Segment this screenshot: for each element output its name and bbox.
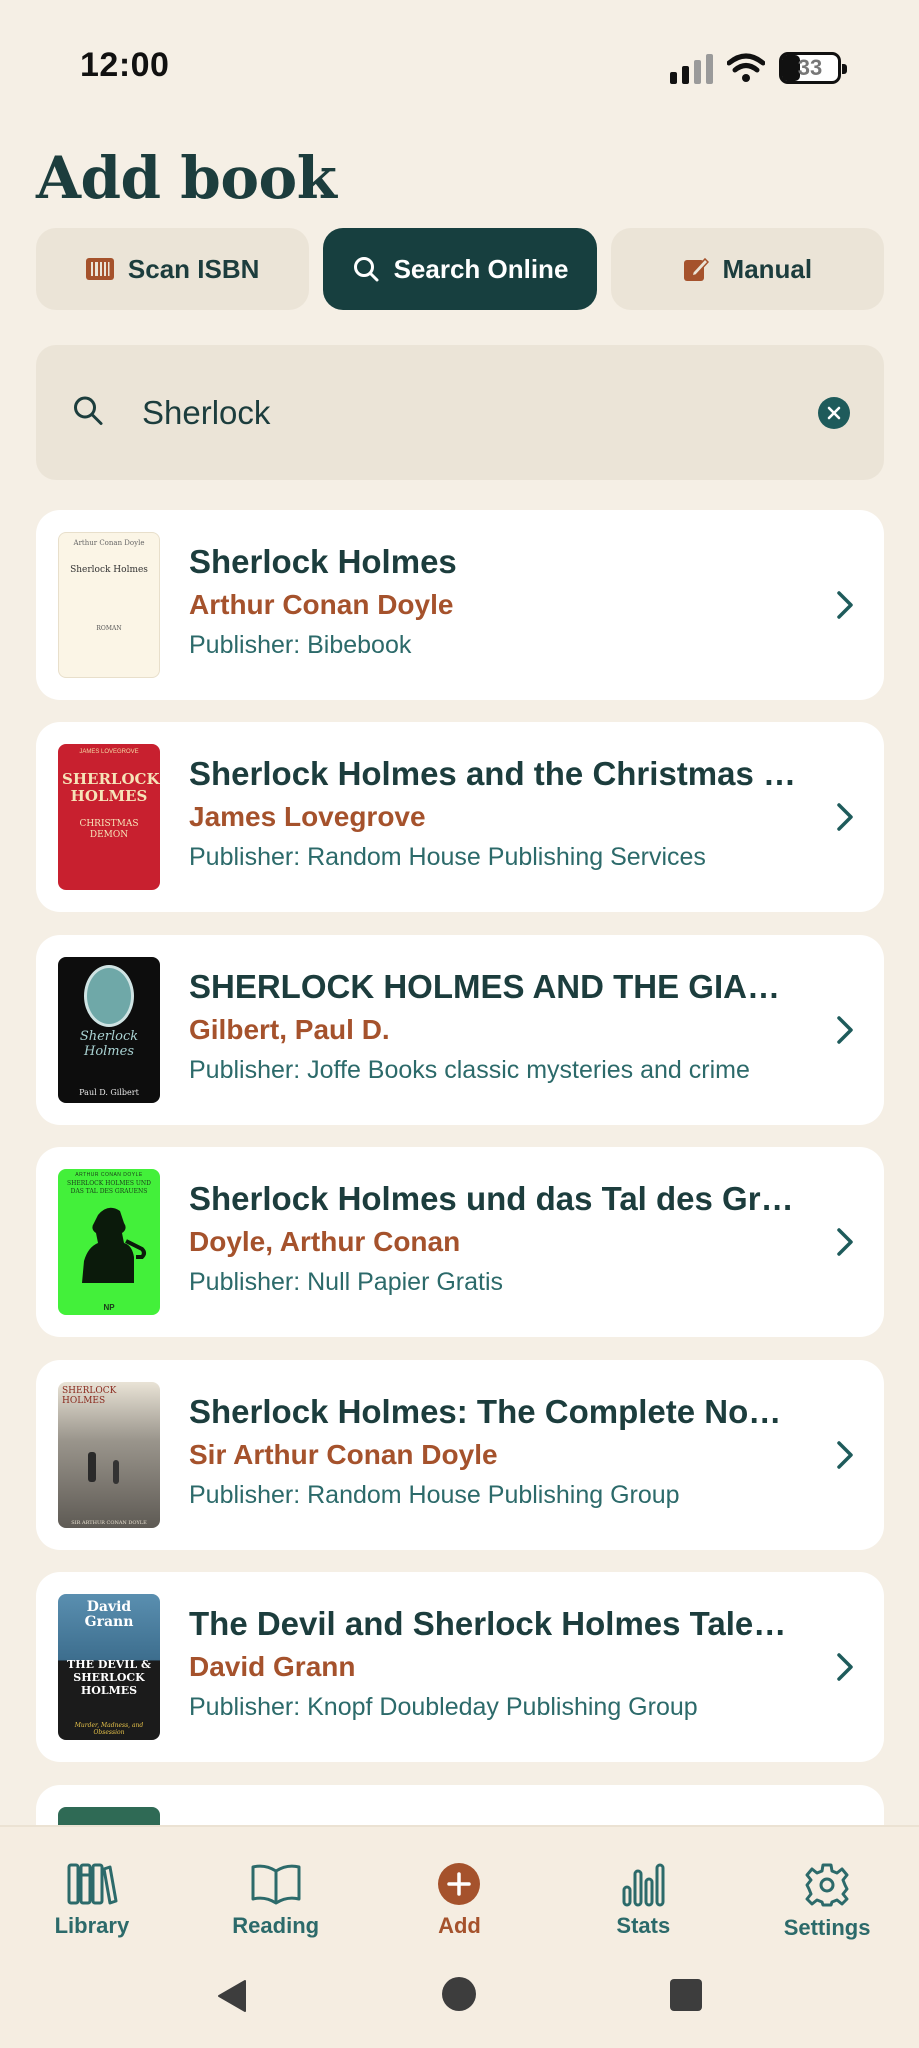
chevron-right-icon [837, 1441, 853, 1469]
wifi-icon [727, 53, 765, 82]
book-cover: SHERLOCK HOLMES SIR ARTHUR CONAN DOYLE [58, 1382, 160, 1528]
status-time: 12:00 [80, 46, 170, 84]
cover-publisher-logo: NP [103, 1303, 115, 1312]
cover-title: SHERLOCK HOLMES UND DAS TAL DES GRAUENS [67, 1180, 151, 1195]
search-online-label: Search Online [393, 253, 569, 284]
clear-search-button[interactable] [818, 396, 850, 429]
book-cover: JAMES LOVEGROVE SHERLOCK HOLMES CHRISTMA… [58, 744, 160, 890]
search-icon [72, 394, 104, 431]
cover-title: SHERLOCK HOLMES [62, 770, 160, 805]
close-icon [827, 406, 841, 419]
chevron-right-icon [837, 591, 853, 619]
chevron-right-icon [837, 1653, 853, 1681]
nav-add[interactable]: Add [368, 1827, 552, 1957]
result-title: Sherlock Holmes and the Christmas De... [189, 755, 799, 792]
result-author: Doyle, Arthur Conan [189, 1226, 461, 1257]
nav-stats-label: Stats [616, 1913, 671, 1938]
cover-author: SIR ARTHUR CONAN DOYLE [71, 1520, 147, 1526]
search-online-button[interactable]: Search Online [323, 228, 597, 310]
result-publisher: Publisher: Joffe Books classic mysteries… [189, 1056, 750, 1084]
chevron-right-icon [837, 803, 853, 831]
result-item[interactable]: JAMES LOVEGROVE SHERLOCK HOLMES CHRISTMA… [36, 722, 884, 912]
result-author: James Lovegrove [189, 801, 426, 832]
nav-settings-label: Settings [783, 1915, 871, 1940]
library-icon [67, 1863, 118, 1905]
cover-title: Sherlock Holmes [79, 1029, 139, 1059]
result-title: SHERLOCK HOLMES AND THE GIANT R... [189, 968, 799, 1005]
search-icon [353, 257, 379, 282]
stats-icon [622, 1863, 665, 1907]
result-title: The Devil and Sherlock Holmes Tales of .… [189, 1605, 799, 1642]
book-open-icon [251, 1864, 301, 1905]
gear-icon [805, 1863, 849, 1907]
search-results-list: Arthur Conan Doyle Sherlock Holmes ROMAN… [36, 510, 884, 1825]
add-circle-icon [438, 1863, 481, 1905]
book-cover: David Grann THE DEVIL & SHERLOCK HOLMES … [58, 1594, 160, 1740]
book-cover: ARTHUR CONAN DOYLE SHERLOCK HOLMES UND D… [58, 1169, 160, 1315]
battery-icon: 33 [779, 52, 847, 84]
edit-icon [683, 257, 709, 281]
search-input[interactable]: Sherlock [142, 394, 270, 432]
result-item[interactable]: ARTHUR CONAN DOYLE SHERLOCK HOLMES UND D… [36, 1147, 884, 1337]
result-author: Sir Arthur Conan Doyle [189, 1439, 498, 1470]
result-publisher: Publisher: Null Papier Gratis [189, 1268, 504, 1296]
nav-add-label: Add [438, 1913, 481, 1938]
result-publisher: Publisher: Random House Publishing Group [189, 1481, 680, 1509]
cover-author: David Grann [84, 1599, 134, 1630]
cover-author: ARTHUR CONAN DOYLE [75, 1172, 143, 1178]
manual-entry-button[interactable]: Manual [610, 228, 884, 310]
cover-author: JAMES LOVEGROVE [79, 749, 139, 755]
manual-entry-label: Manual [722, 253, 813, 284]
nav-library[interactable]: Library [0, 1827, 184, 1957]
cover-subtitle: Murder, Madness, and Obsession [74, 1722, 144, 1736]
result-title: Sherlock Holmes: The Complete Novels ... [189, 1393, 799, 1430]
system-navigation-bar [0, 1967, 919, 2027]
cover-title: Sherlock Holmes [70, 565, 148, 575]
silhouette-image [82, 1207, 146, 1283]
cover-subtitle: ROMAN [96, 625, 122, 632]
bottom-navigation: Library Reading Add Stats Settings [0, 1825, 919, 2048]
result-item[interactable]: SHERLOCK HOLMES SIR ARTHUR CONAN DOYLE S… [36, 1360, 884, 1550]
cover-author: Arthur Conan Doyle [73, 539, 145, 547]
result-item[interactable]: David Grann THE DEVIL & SHERLOCK HOLMES … [36, 1572, 884, 1762]
result-publisher: Publisher: Random House Publishing Servi… [189, 843, 706, 871]
result-author: Arthur Conan Doyle [189, 589, 454, 620]
result-title: Sherlock Holmes [189, 543, 457, 580]
nav-reading[interactable]: Reading [184, 1827, 368, 1957]
result-publisher: Publisher: Bibebook [189, 631, 412, 659]
cover-title: THE DEVIL & SHERLOCK HOLMES [67, 1658, 151, 1697]
book-cover: Arthur Conan Doyle Sherlock Holmes ROMAN [58, 532, 160, 678]
nav-reading-label: Reading [232, 1913, 320, 1938]
result-title: Sherlock Holmes und das Tal des Graue... [189, 1180, 799, 1217]
book-cover [58, 1807, 160, 1825]
battery-level: 33 [797, 55, 823, 80]
result-item[interactable]: Sherlock Holmes Paul D. Gilbert SHERLOCK… [36, 935, 884, 1125]
cover-title: SHERLOCK HOLMES [62, 1386, 117, 1406]
scan-isbn-label: Scan ISBN [127, 253, 260, 284]
search-field[interactable]: Sherlock [36, 345, 884, 480]
cover-subtitle: CHRISTMAS DEMON [79, 819, 139, 840]
result-author: Gilbert, Paul D. [189, 1014, 390, 1045]
signal-icon [670, 52, 713, 84]
barcode-icon [85, 258, 114, 280]
nav-library-label: Library [54, 1913, 130, 1938]
chevron-right-icon [837, 1228, 853, 1256]
book-cover: Sherlock Holmes Paul D. Gilbert [58, 957, 160, 1103]
add-mode-selector: Scan ISBN Search Online Manual [36, 228, 884, 310]
nav-settings[interactable]: Settings [735, 1827, 919, 1957]
status-bar: 12:00 33 [0, 0, 919, 110]
page-title: Add book [36, 144, 337, 212]
result-item[interactable] [36, 1785, 884, 1825]
home-button[interactable] [442, 1977, 476, 2011]
cover-author: Paul D. Gilbert [79, 1088, 139, 1097]
chevron-right-icon [837, 1016, 853, 1044]
nav-stats[interactable]: Stats [551, 1827, 735, 1957]
result-item[interactable]: Arthur Conan Doyle Sherlock Holmes ROMAN… [36, 510, 884, 700]
result-author: David Grann [189, 1651, 356, 1682]
scan-isbn-button[interactable]: Scan ISBN [36, 228, 310, 310]
result-publisher: Publisher: Knopf Doubleday Publishing Gr… [189, 1693, 698, 1721]
status-icons: 33 [670, 48, 847, 88]
recents-button[interactable] [670, 1979, 702, 2011]
back-icon[interactable] [215, 1979, 247, 2013]
